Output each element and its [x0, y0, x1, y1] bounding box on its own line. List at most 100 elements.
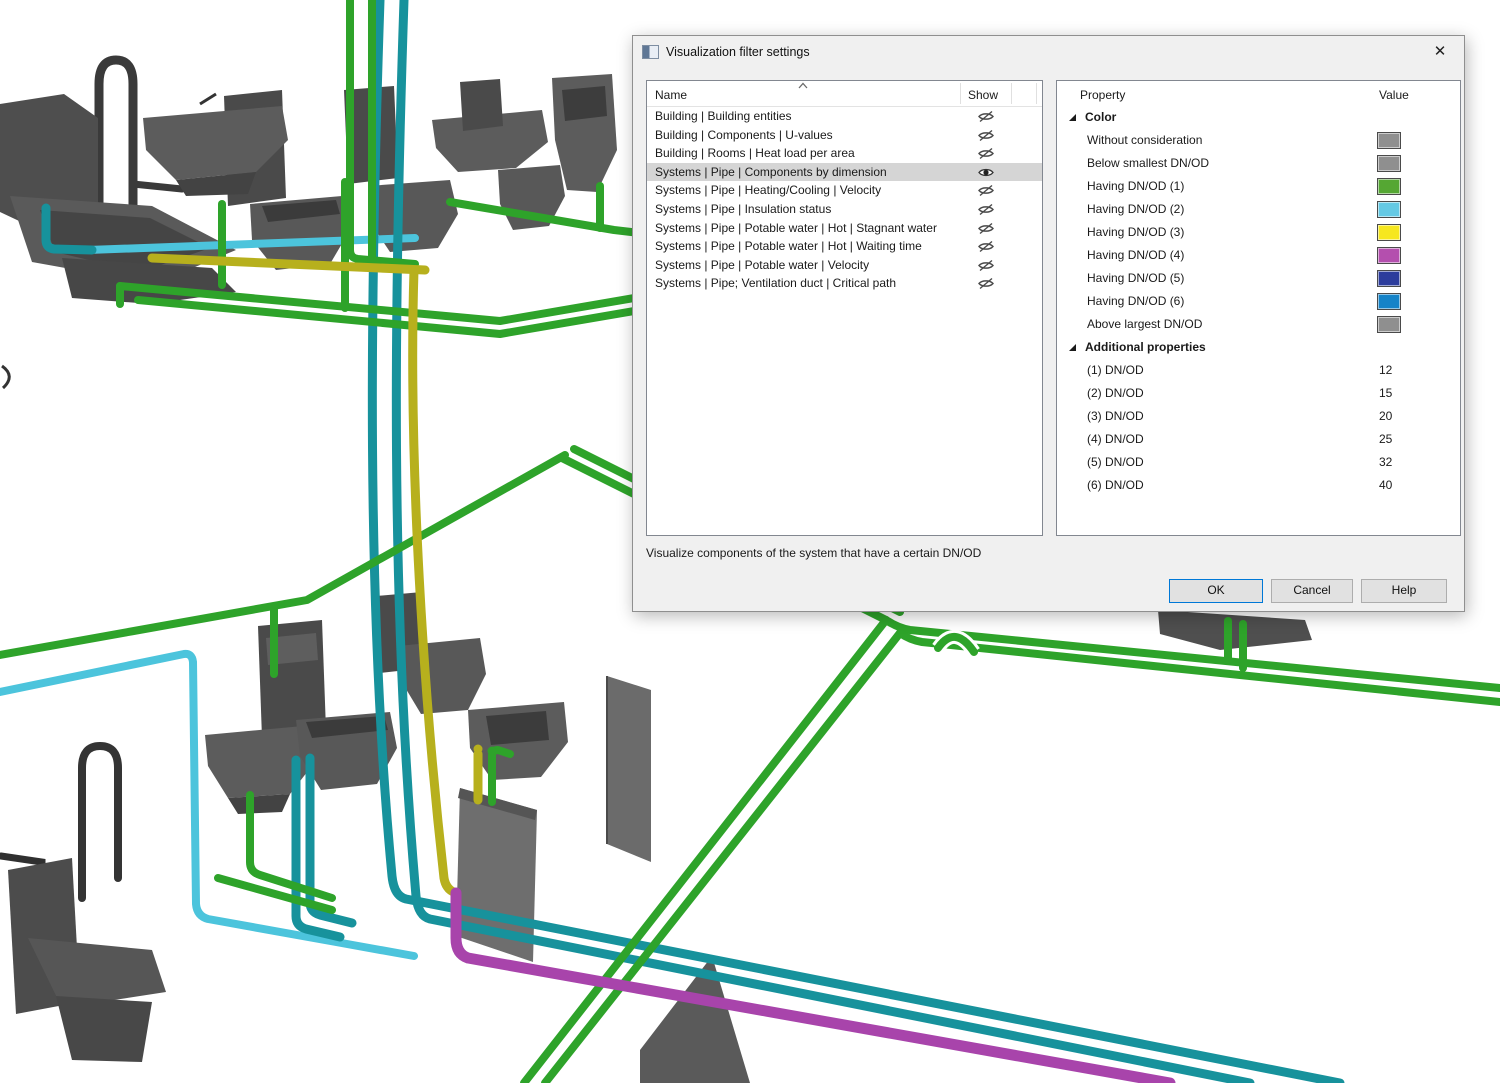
- filter-name: Systems | Pipe | Potable water | Hot | S…: [655, 219, 937, 238]
- group-row-color[interactable]: Color: [1057, 106, 1460, 129]
- column-divider: [1036, 83, 1037, 104]
- filter-name: Systems | Pipe | Components by dimension: [655, 163, 887, 182]
- eye-hidden-icon[interactable]: [977, 203, 995, 216]
- filter-name: Systems | Pipe | Heating/Cooling | Veloc…: [655, 181, 881, 200]
- property-label: Having DN/OD (4): [1087, 248, 1184, 262]
- dialog-titlebar[interactable]: Visualization filter settings: [633, 36, 1464, 67]
- filter-row[interactable]: Systems | Pipe | Potable water | Velocit…: [647, 256, 1042, 275]
- color-swatch[interactable]: [1377, 155, 1401, 172]
- eye-hidden-icon[interactable]: [977, 110, 995, 123]
- close-icon[interactable]: ✕: [1429, 41, 1451, 63]
- radiator-panel: [607, 676, 651, 862]
- property-label: (2) DN/OD: [1087, 386, 1144, 400]
- yellow-pipes: [152, 258, 478, 893]
- property-label: Having DN/OD (1): [1087, 179, 1184, 193]
- filter-list-header: Name Show: [647, 81, 1042, 107]
- property-row[interactable]: Having DN/OD (2): [1057, 198, 1460, 221]
- property-label: Having DN/OD (6): [1087, 294, 1184, 308]
- ok-button[interactable]: OK: [1169, 579, 1263, 603]
- filter-description: Visualize components of the system that …: [646, 546, 981, 560]
- property-label: Having DN/OD (5): [1087, 271, 1184, 285]
- filter-row[interactable]: Systems | Pipe | Insulation status: [647, 200, 1042, 219]
- wall-mark: [2, 366, 9, 388]
- column-divider: [1011, 83, 1012, 104]
- pipe: [138, 300, 640, 334]
- color-swatch[interactable]: [1377, 132, 1401, 149]
- eye-hidden-icon[interactable]: [977, 147, 995, 160]
- visualization-filter-dialog: Visualization filter settings ✕ Name Sho…: [632, 35, 1465, 612]
- property-row[interactable]: Having DN/OD (5): [1057, 267, 1460, 290]
- property-value[interactable]: 32: [1379, 455, 1392, 469]
- property-row[interactable]: Above largest DN/OD: [1057, 313, 1460, 336]
- urinal-inner: [562, 86, 607, 121]
- color-swatch[interactable]: [1377, 316, 1401, 333]
- property-row[interactable]: Having DN/OD (3): [1057, 221, 1460, 244]
- property-label: (3) DN/OD: [1087, 409, 1144, 423]
- eye-hidden-icon[interactable]: [977, 277, 995, 290]
- property-label: (6) DN/OD: [1087, 478, 1144, 492]
- dialog-title: Visualization filter settings: [666, 45, 810, 59]
- app-window-icon: [642, 45, 659, 59]
- property-row[interactable]: Having DN/OD (6): [1057, 290, 1460, 313]
- filter-name: Building | Rooms | Heat load per area: [655, 144, 855, 163]
- filter-name: Building | Components | U-values: [655, 126, 833, 145]
- property-value[interactable]: 40: [1379, 478, 1392, 492]
- name-column-header[interactable]: Name: [655, 88, 687, 102]
- property-label: Below smallest DN/OD: [1087, 156, 1209, 170]
- toilet-base: [56, 996, 152, 1062]
- property-value[interactable]: 25: [1379, 432, 1392, 446]
- radiator-panel: [1158, 610, 1312, 650]
- filter-row[interactable]: Systems | Pipe | Potable water | Hot | W…: [647, 237, 1042, 256]
- property-row[interactable]: (4) DN/OD 25: [1057, 428, 1460, 451]
- eye-hidden-icon[interactable]: [977, 240, 995, 253]
- group-row-additional-properties[interactable]: Additional properties: [1057, 336, 1460, 359]
- filter-name: Building | Building entities: [655, 107, 792, 126]
- property-row[interactable]: Having DN/OD (1): [1057, 175, 1460, 198]
- property-value[interactable]: 15: [1379, 386, 1392, 400]
- filter-row[interactable]: Building | Rooms | Heat load per area: [647, 144, 1042, 163]
- pipe: [413, 270, 456, 893]
- filter-name: Systems | Pipe | Insulation status: [655, 200, 831, 219]
- property-label: (4) DN/OD: [1087, 432, 1144, 446]
- filter-list-panel: Name Show Building | Building entities B…: [646, 80, 1043, 536]
- faucet: [200, 94, 216, 104]
- color-swatch[interactable]: [1377, 178, 1401, 195]
- filter-row[interactable]: Systems | Pipe; Ventilation duct | Criti…: [647, 274, 1042, 293]
- sink-square-inner: [486, 711, 549, 745]
- property-panel: Property Value Color Without considerati…: [1056, 80, 1461, 536]
- color-swatch[interactable]: [1377, 224, 1401, 241]
- property-panel-header: Property Value: [1057, 81, 1460, 106]
- property-row[interactable]: (5) DN/OD 32: [1057, 451, 1460, 474]
- eye-hidden-icon[interactable]: [977, 129, 995, 142]
- property-row[interactable]: (1) DN/OD 12: [1057, 359, 1460, 382]
- property-value[interactable]: 20: [1379, 409, 1392, 423]
- eye-hidden-icon[interactable]: [977, 184, 995, 197]
- grab-bar: [133, 184, 182, 189]
- value-column-header: Value: [1379, 88, 1409, 102]
- eye-hidden-icon[interactable]: [977, 222, 995, 235]
- property-row[interactable]: Without consideration: [1057, 129, 1460, 152]
- filter-row-selected[interactable]: Systems | Pipe | Components by dimension: [647, 163, 1042, 182]
- filter-row[interactable]: Systems | Pipe | Heating/Cooling | Veloc…: [647, 181, 1042, 200]
- property-row[interactable]: (6) DN/OD 40: [1057, 474, 1460, 497]
- color-swatch[interactable]: [1377, 201, 1401, 218]
- property-row[interactable]: (3) DN/OD 20: [1057, 405, 1460, 428]
- property-value[interactable]: 12: [1379, 363, 1392, 377]
- group-label: Additional properties: [1085, 340, 1206, 354]
- filter-row[interactable]: Systems | Pipe | Potable water | Hot | S…: [647, 219, 1042, 238]
- eye-hidden-icon[interactable]: [977, 259, 995, 272]
- column-divider: [960, 83, 961, 104]
- color-swatch[interactable]: [1377, 270, 1401, 287]
- cancel-button[interactable]: Cancel: [1271, 579, 1353, 603]
- eye-visible-icon[interactable]: [977, 166, 995, 179]
- filter-row[interactable]: Building | Components | U-values: [647, 126, 1042, 145]
- cistern: [460, 79, 503, 131]
- filter-row[interactable]: Building | Building entities: [647, 107, 1042, 126]
- show-column-header[interactable]: Show: [968, 88, 998, 102]
- property-row[interactable]: (2) DN/OD 15: [1057, 382, 1460, 405]
- color-swatch[interactable]: [1377, 293, 1401, 310]
- color-swatch[interactable]: [1377, 247, 1401, 264]
- property-row[interactable]: Having DN/OD (4): [1057, 244, 1460, 267]
- help-button[interactable]: Help: [1361, 579, 1447, 603]
- property-row[interactable]: Below smallest DN/OD: [1057, 152, 1460, 175]
